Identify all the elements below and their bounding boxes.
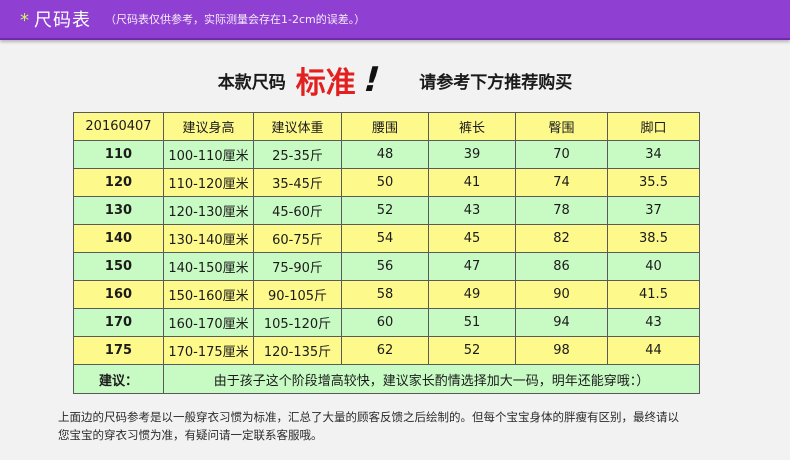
table-row: 150 140-150厘米 75-90斤 56 47 86 40 (73, 252, 700, 281)
hip-cell: 78 (515, 196, 608, 225)
waist-cell: 60 (341, 308, 429, 337)
length-cell: 39 (428, 140, 516, 169)
banner-lead: 本款尺码 (217, 72, 286, 93)
hip-cell: 82 (515, 224, 608, 253)
weight-cell: 120-135斤 (253, 336, 342, 365)
table-row: 110 100-110厘米 25-35斤 48 39 70 34 (73, 140, 700, 169)
length-cell: 51 (428, 308, 516, 337)
page-title: * 尺码表 (20, 6, 91, 32)
length-cell: 43 (428, 196, 516, 225)
footer-line-2: 您宝宝的穿衣习惯为准，有疑问请一定联系客服哦。 (58, 428, 323, 442)
hip-cell: 98 (515, 336, 608, 365)
header-bar: * 尺码表 （尺码表仅供参考，实际测量会存在1-2cm的误差。） (0, 0, 790, 40)
weight-cell: 60-75斤 (253, 224, 342, 253)
header-cell-weight: 建议体重 (253, 112, 342, 141)
title-text: 尺码表 (34, 10, 91, 31)
length-cell: 45 (428, 224, 516, 253)
height-cell: 140-150厘米 (163, 252, 254, 281)
size-cell: 150 (73, 252, 164, 281)
hip-cell: 90 (515, 280, 608, 309)
header-cell-waist: 腰围 (341, 112, 429, 141)
header-cell-length: 裤长 (428, 112, 516, 141)
waist-cell: 58 (341, 280, 429, 309)
hip-cell: 86 (515, 252, 608, 281)
star-icon: * (20, 10, 30, 31)
size-banner: 本款尺码 标准 ! 请参考下方推荐购买 (0, 58, 790, 102)
size-cell: 130 (73, 196, 164, 225)
hem-cell: 38.5 (607, 224, 700, 253)
weight-cell: 90-105斤 (253, 280, 342, 309)
weight-cell: 25-35斤 (253, 140, 342, 169)
hip-cell: 74 (515, 168, 608, 197)
table-row: 130 120-130厘米 45-60斤 52 43 78 37 (73, 196, 700, 225)
weight-cell: 45-60斤 (253, 196, 342, 225)
hem-cell: 41.5 (607, 280, 700, 309)
header-cell-date: 20160407 (73, 112, 164, 141)
size-cell: 110 (73, 140, 164, 169)
hem-cell: 37 (607, 196, 700, 225)
height-cell: 100-110厘米 (163, 140, 254, 169)
hem-cell: 35.5 (607, 168, 700, 197)
size-cell: 120 (73, 168, 164, 197)
hem-cell: 34 (607, 140, 700, 169)
height-cell: 130-140厘米 (163, 224, 254, 253)
header-cell-hem: 脚口 (607, 112, 700, 141)
table-header-row: 20160407 建议身高 建议体重 腰围 裤长 臀围 脚口 (73, 112, 700, 141)
footer-line-1: 上面边的尺码参考是以一般穿衣习惯为标准，汇总了大量的顾客反馈之后绘制的。但每个宝… (58, 410, 679, 424)
length-cell: 47 (428, 252, 516, 281)
height-cell: 120-130厘米 (163, 196, 254, 225)
banner-emphasis: 标准 (295, 66, 356, 101)
hip-cell: 94 (515, 308, 608, 337)
size-cell: 160 (73, 280, 164, 309)
table-row: 170 160-170厘米 105-120斤 60 51 94 43 (73, 308, 700, 337)
advice-row: 建议： 由于孩子这个阶段增高较快，建议家长酌情选择加大一码，明年还能穿哦：） (73, 364, 700, 394)
size-cell: 140 (73, 224, 164, 253)
banner-tail: 请参考下方推荐购买 (419, 72, 573, 93)
header-note: （尺码表仅供参考，实际测量会存在1-2cm的误差。） (105, 13, 366, 26)
length-cell: 52 (428, 336, 516, 365)
length-cell: 49 (428, 280, 516, 309)
waist-cell: 56 (341, 252, 429, 281)
waist-cell: 52 (341, 196, 429, 225)
table-row: 140 130-140厘米 60-75斤 54 45 82 38.5 (73, 224, 700, 253)
advice-label: 建议： (73, 364, 164, 394)
waist-cell: 54 (341, 224, 429, 253)
advice-text: 由于孩子这个阶段增高较快，建议家长酌情选择加大一码，明年还能穿哦：） (163, 364, 700, 394)
weight-cell: 35-45斤 (253, 168, 342, 197)
exclamation-icon: ! (358, 60, 385, 100)
header-cell-height: 建议身高 (163, 112, 254, 141)
hip-cell: 70 (515, 140, 608, 169)
header-cell-hip: 臀围 (515, 112, 608, 141)
waist-cell: 62 (341, 336, 429, 365)
length-cell: 41 (428, 168, 516, 197)
height-cell: 110-120厘米 (163, 168, 254, 197)
hem-cell: 43 (607, 308, 700, 337)
footer-note: 上面边的尺码参考是以一般穿衣习惯为标准，汇总了大量的顾客反馈之后绘制的。但每个宝… (58, 408, 758, 444)
weight-cell: 105-120斤 (253, 308, 342, 337)
size-cell: 170 (73, 308, 164, 337)
size-table: 20160407 建议身高 建议体重 腰围 裤长 臀围 脚口 110 100-1… (73, 112, 700, 394)
height-cell: 150-160厘米 (163, 280, 254, 309)
waist-cell: 48 (341, 140, 429, 169)
size-cell: 175 (73, 336, 164, 365)
height-cell: 160-170厘米 (163, 308, 254, 337)
weight-cell: 75-90斤 (253, 252, 342, 281)
waist-cell: 50 (341, 168, 429, 197)
table-row: 160 150-160厘米 90-105斤 58 49 90 41.5 (73, 280, 700, 309)
height-cell: 170-175厘米 (163, 336, 254, 365)
table-row: 120 110-120厘米 35-45斤 50 41 74 35.5 (73, 168, 700, 197)
table-row: 175 170-175厘米 120-135斤 62 52 98 44 (73, 336, 700, 365)
hem-cell: 44 (607, 336, 700, 365)
hem-cell: 40 (607, 252, 700, 281)
